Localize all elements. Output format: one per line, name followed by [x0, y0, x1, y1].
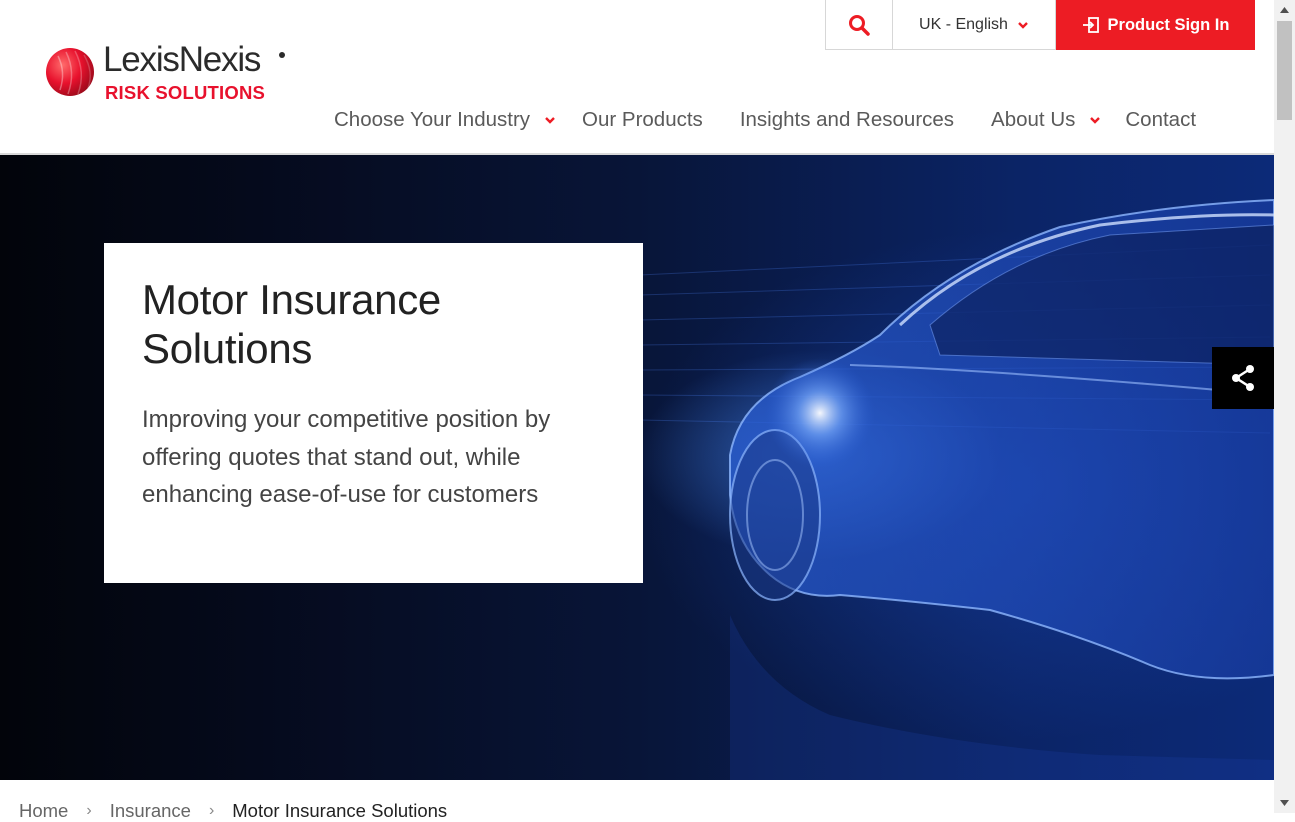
nav-label: Contact	[1125, 108, 1197, 131]
nav-our-products[interactable]: Our Products	[582, 108, 703, 132]
nav-contact[interactable]: Contact	[1125, 108, 1196, 132]
nav-about-us[interactable]: About Us	[991, 108, 1101, 132]
hero-description: Improving your competitive position by o…	[142, 406, 551, 508]
hero-banner: Motor Insurance Solutions Improving your…	[0, 155, 1274, 780]
share-icon	[1232, 365, 1254, 391]
product-sign-in-button[interactable]: Product Sign In	[1056, 0, 1255, 50]
breadcrumb-current: Motor Insurance Solutions	[232, 800, 448, 821]
search-button[interactable]	[825, 0, 893, 50]
nav-insights-and-resources[interactable]: Insights and Resources	[740, 108, 954, 132]
nav-choose-your-industry[interactable]: Choose Your Industry	[334, 108, 556, 132]
main-nav: Choose Your Industry Our Products Insigh…	[334, 104, 1196, 136]
chevron-down-icon	[1018, 21, 1028, 29]
globe-logo-icon	[46, 48, 94, 96]
share-button[interactable]	[1212, 347, 1274, 409]
scroll-down-arrow-icon[interactable]	[1274, 793, 1295, 813]
nav-label: Choose Your Industry	[334, 108, 531, 131]
nav-label: Our Products	[582, 108, 703, 131]
search-icon	[849, 14, 870, 36]
scroll-thumb[interactable]	[1277, 21, 1292, 120]
page-title: Motor Insurance Solutions	[142, 276, 441, 372]
chevron-right-icon: ›	[208, 802, 215, 819]
brand-division: RISK SOLUTIONS	[105, 82, 266, 103]
breadcrumb-insurance[interactable]: Insurance	[110, 800, 191, 822]
chevron-down-icon	[1090, 117, 1101, 124]
breadcrumb: Home › Insurance › Motor Insurance Solut…	[19, 800, 447, 822]
language-label: UK - English	[919, 15, 1008, 33]
lexisnexis-logo[interactable]: LexisNexis RISK SOLUTIONS	[44, 40, 294, 108]
brand-name: LexisNexis	[103, 40, 261, 79]
language-selector[interactable]: UK - English	[893, 0, 1056, 50]
site-header: LexisNexis RISK SOLUTIONS UK - English P…	[0, 0, 1274, 155]
vertical-scrollbar[interactable]	[1274, 0, 1295, 813]
chevron-right-icon: ›	[86, 802, 92, 819]
nav-label: About Us	[991, 108, 1076, 131]
sign-in-icon	[1082, 17, 1099, 33]
breadcrumb-home[interactable]: Home	[19, 800, 68, 822]
sign-in-label: Product Sign In	[1107, 15, 1230, 34]
nav-label: Insights and Resources	[739, 108, 955, 131]
trademark-dot	[279, 52, 285, 58]
scroll-up-arrow-icon[interactable]	[1274, 0, 1295, 20]
hero-card: Motor Insurance Solutions Improving your…	[104, 243, 643, 583]
chevron-down-icon	[545, 117, 555, 124]
